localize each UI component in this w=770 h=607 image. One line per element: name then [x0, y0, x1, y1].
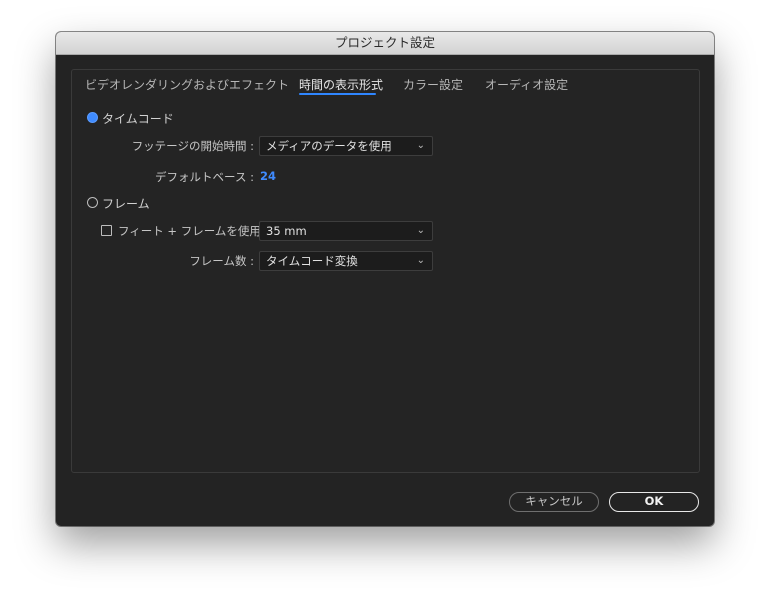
default-base-label: デフォルトベース : [155, 170, 254, 184]
timecode-radio[interactable] [87, 112, 98, 123]
frames-label: フレーム [102, 197, 150, 211]
feet-frames-select[interactable]: 35 mm ⌄ [259, 221, 433, 241]
footage-start-label: フッテージの開始時間 : [131, 139, 254, 153]
frames-radio[interactable] [87, 197, 98, 208]
feet-frames-label: フィート + フレームを使用 : [118, 224, 269, 238]
project-settings-dialog: プロジェクト設定 ビデオレンダリングおよびエフェクト 時間の表示形式 カラー設定… [56, 32, 714, 526]
settings-panel [71, 69, 700, 473]
frame-count-value: タイムコード変換 [266, 254, 358, 268]
chevron-down-icon: ⌄ [416, 140, 425, 151]
tab-audio-settings[interactable]: オーディオ設定 [485, 76, 568, 93]
frame-count-label: フレーム数 : [189, 254, 254, 268]
feet-frames-checkbox[interactable] [101, 225, 112, 236]
frame-count-select[interactable]: タイムコード変換 ⌄ [259, 251, 433, 271]
feet-frames-value: 35 mm [266, 224, 307, 238]
ok-button[interactable]: OK [609, 492, 699, 512]
cancel-button[interactable]: キャンセル [509, 492, 599, 512]
active-tab-indicator [299, 93, 376, 95]
chevron-down-icon: ⌄ [416, 225, 425, 236]
timecode-label: タイムコード [102, 112, 174, 126]
tab-color-settings[interactable]: カラー設定 [403, 76, 463, 93]
chevron-down-icon: ⌄ [416, 255, 425, 266]
tab-video-rendering[interactable]: ビデオレンダリングおよびエフェクト [85, 76, 289, 93]
footage-start-value: メディアのデータを使用 [266, 139, 392, 153]
window-title: プロジェクト設定 [56, 32, 714, 55]
tab-time-display[interactable]: 時間の表示形式 [299, 76, 383, 93]
footage-start-select[interactable]: メディアのデータを使用 ⌄ [259, 136, 433, 156]
default-base-value: 24 [260, 169, 277, 183]
